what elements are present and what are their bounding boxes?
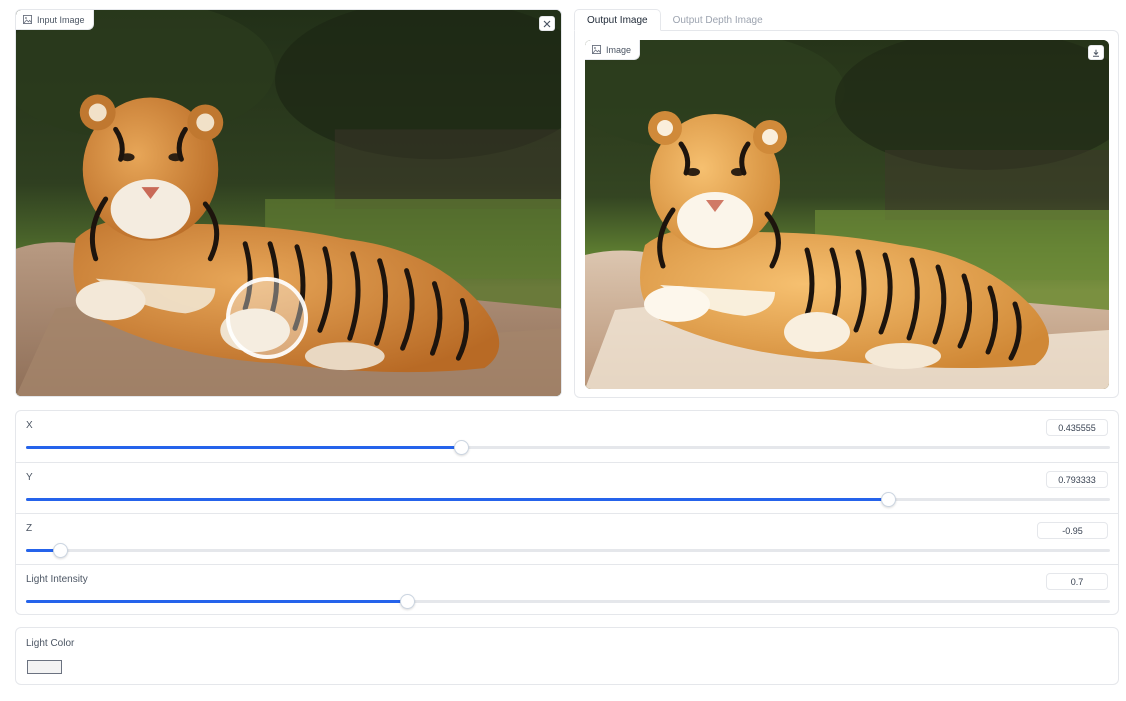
slider-y-input[interactable]: 0.793333 [1046, 471, 1108, 488]
slider-y-fill [26, 498, 888, 501]
slider-light-intensity-input[interactable]: 0.7 [1046, 573, 1108, 590]
output-tab-body: Image [574, 30, 1119, 398]
slider-y: Y 0.793333 [16, 462, 1118, 513]
slider-light-intensity-track[interactable] [26, 594, 1110, 609]
download-icon [1093, 49, 1099, 57]
output-panel: Output Image Output Depth Image Image [574, 9, 1119, 398]
slider-y-thumb[interactable] [880, 492, 896, 507]
slider-x: X 0.435555 [16, 411, 1118, 462]
clear-image-button[interactable] [539, 16, 555, 31]
light-color-label: Light Color [26, 638, 75, 649]
input-image-label-text: Input Image [37, 14, 85, 25]
download-button[interactable] [1088, 45, 1104, 60]
image-icon [23, 15, 32, 24]
slider-z-thumb[interactable] [53, 543, 69, 558]
slider-z-track[interactable] [26, 543, 1110, 558]
output-tiger-image [585, 40, 1109, 389]
slider-group: X 0.435555 Y 0.793333 Z -0.95 Light Inte… [15, 410, 1119, 615]
slider-light-intensity-thumb[interactable] [400, 594, 416, 609]
input-image-label: Input Image [16, 10, 94, 30]
tab-output-image[interactable]: Output Image [574, 9, 661, 31]
slider-x-label: X [26, 420, 33, 431]
slider-x-fill [26, 446, 462, 449]
slider-y-label: Y [26, 472, 33, 483]
slider-z: Z -0.95 [16, 513, 1118, 564]
slider-light-intensity-fill [26, 600, 408, 603]
output-image-label: Image [585, 40, 641, 60]
slider-y-track[interactable] [26, 492, 1110, 507]
slider-light-intensity-label: Light Intensity [26, 574, 88, 585]
slider-z-input[interactable]: -0.95 [1037, 522, 1108, 539]
slider-z-label: Z [26, 523, 33, 534]
tab-output-depth-image[interactable]: Output Depth Image [660, 9, 775, 31]
slider-light-intensity: Light Intensity 0.7 [16, 564, 1118, 615]
input-image-panel[interactable]: Input Image [15, 9, 562, 397]
slider-x-input[interactable]: 0.435555 [1046, 419, 1108, 436]
output-image-label-text: Image [606, 44, 632, 55]
light-position-marker[interactable] [226, 277, 308, 359]
output-image-container: Image [585, 40, 1109, 389]
light-color-block: Light Color [15, 627, 1119, 685]
image-icon [592, 45, 601, 54]
close-icon [543, 20, 551, 27]
slider-x-track[interactable] [26, 440, 1110, 455]
light-color-picker[interactable] [27, 660, 62, 674]
output-tabs: Output Image Output Depth Image [574, 9, 775, 31]
slider-x-thumb[interactable] [454, 440, 470, 455]
